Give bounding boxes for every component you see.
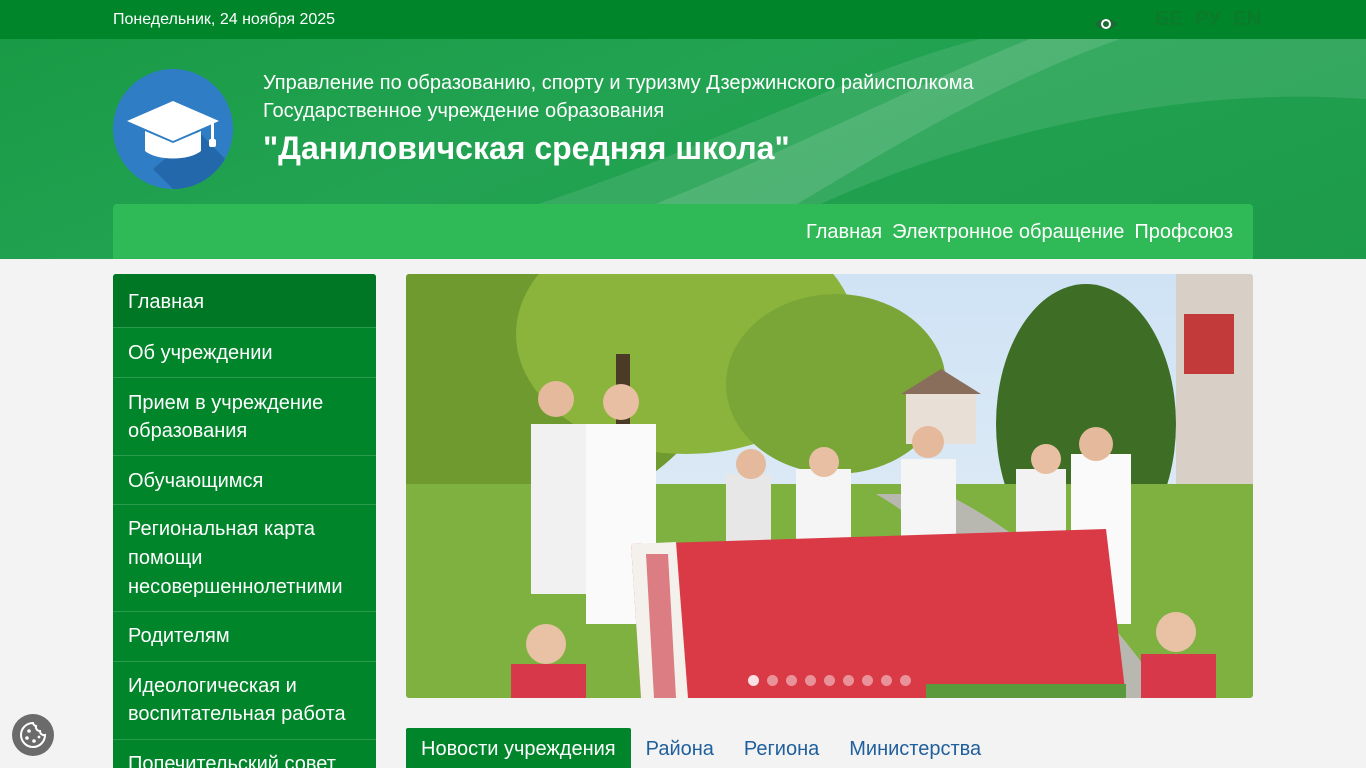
lang-ru[interactable]: РУ [1195, 8, 1221, 30]
slider-dot[interactable] [900, 675, 911, 686]
slider-dot[interactable] [862, 675, 873, 686]
sidebar-item-board[interactable]: Попечительский совет [113, 740, 376, 768]
tab-region-news[interactable]: Региона [729, 728, 834, 768]
slide-photo [406, 274, 1253, 698]
lang-be[interactable]: БЕ [1155, 8, 1183, 30]
slider-dot[interactable] [881, 675, 892, 686]
sidebar-item-admission[interactable]: Прием в учреждение образования [113, 378, 376, 456]
cookie-settings-button[interactable] [12, 714, 54, 756]
site-header: Управление по образованию, спорту и тури… [0, 39, 1366, 259]
header-line-2: Государственное учреждение образования [263, 100, 665, 122]
language-switcher: БЕ РУ EN [1155, 8, 1268, 31]
slider-dot[interactable] [824, 675, 835, 686]
nav-home[interactable]: Главная [806, 221, 882, 244]
slider-dot[interactable] [748, 675, 759, 686]
slider-dot[interactable] [786, 675, 797, 686]
nav-appeal[interactable]: Электронное обращение [892, 221, 1124, 244]
slider-dot[interactable] [767, 675, 778, 686]
sidebar-item-parents[interactable]: Родителям [113, 612, 376, 662]
tab-ministry-news[interactable]: Министерства [834, 728, 996, 768]
top-bar: Понедельник, 24 ноября 2025 БЕ РУ EN [0, 0, 1366, 39]
sidebar-menu: Главная Об учреждении Прием в учреждение… [113, 274, 376, 768]
slider-dot[interactable] [805, 675, 816, 686]
slider-dot[interactable] [843, 675, 854, 686]
nav-union[interactable]: Профсоюз [1134, 221, 1233, 244]
sidebar-item-home[interactable]: Главная [113, 274, 376, 328]
sidebar-item-regional-map[interactable]: Региональная карта помощи несовершенноле… [113, 505, 376, 612]
tab-district-news[interactable]: Района [631, 728, 729, 768]
sidebar-item-ideological-work[interactable]: Идеологическая и воспитательная работа [113, 662, 376, 740]
header-line-1: Управление по образованию, спорту и тури… [263, 72, 974, 94]
school-logo[interactable] [113, 69, 233, 189]
site-title: "Даниловичская средняя школа" [263, 130, 790, 166]
main-nav: Главная Электронное обращение Профсоюз [113, 204, 1253, 259]
sidebar-item-students[interactable]: Обучающимся [113, 456, 376, 505]
slider-dots [406, 673, 1253, 691]
visually-impaired-icon[interactable] [1094, 12, 1118, 36]
current-date: Понедельник, 24 ноября 2025 [113, 11, 336, 28]
cookie-icon [20, 721, 47, 748]
photo-slider[interactable] [406, 274, 1253, 698]
news-tabs: Новости учреждения Района Региона Минист… [406, 728, 996, 768]
lang-en[interactable]: EN [1233, 8, 1261, 30]
sidebar-item-about[interactable]: Об учреждении [113, 328, 376, 378]
tab-school-news[interactable]: Новости учреждения [406, 728, 631, 768]
